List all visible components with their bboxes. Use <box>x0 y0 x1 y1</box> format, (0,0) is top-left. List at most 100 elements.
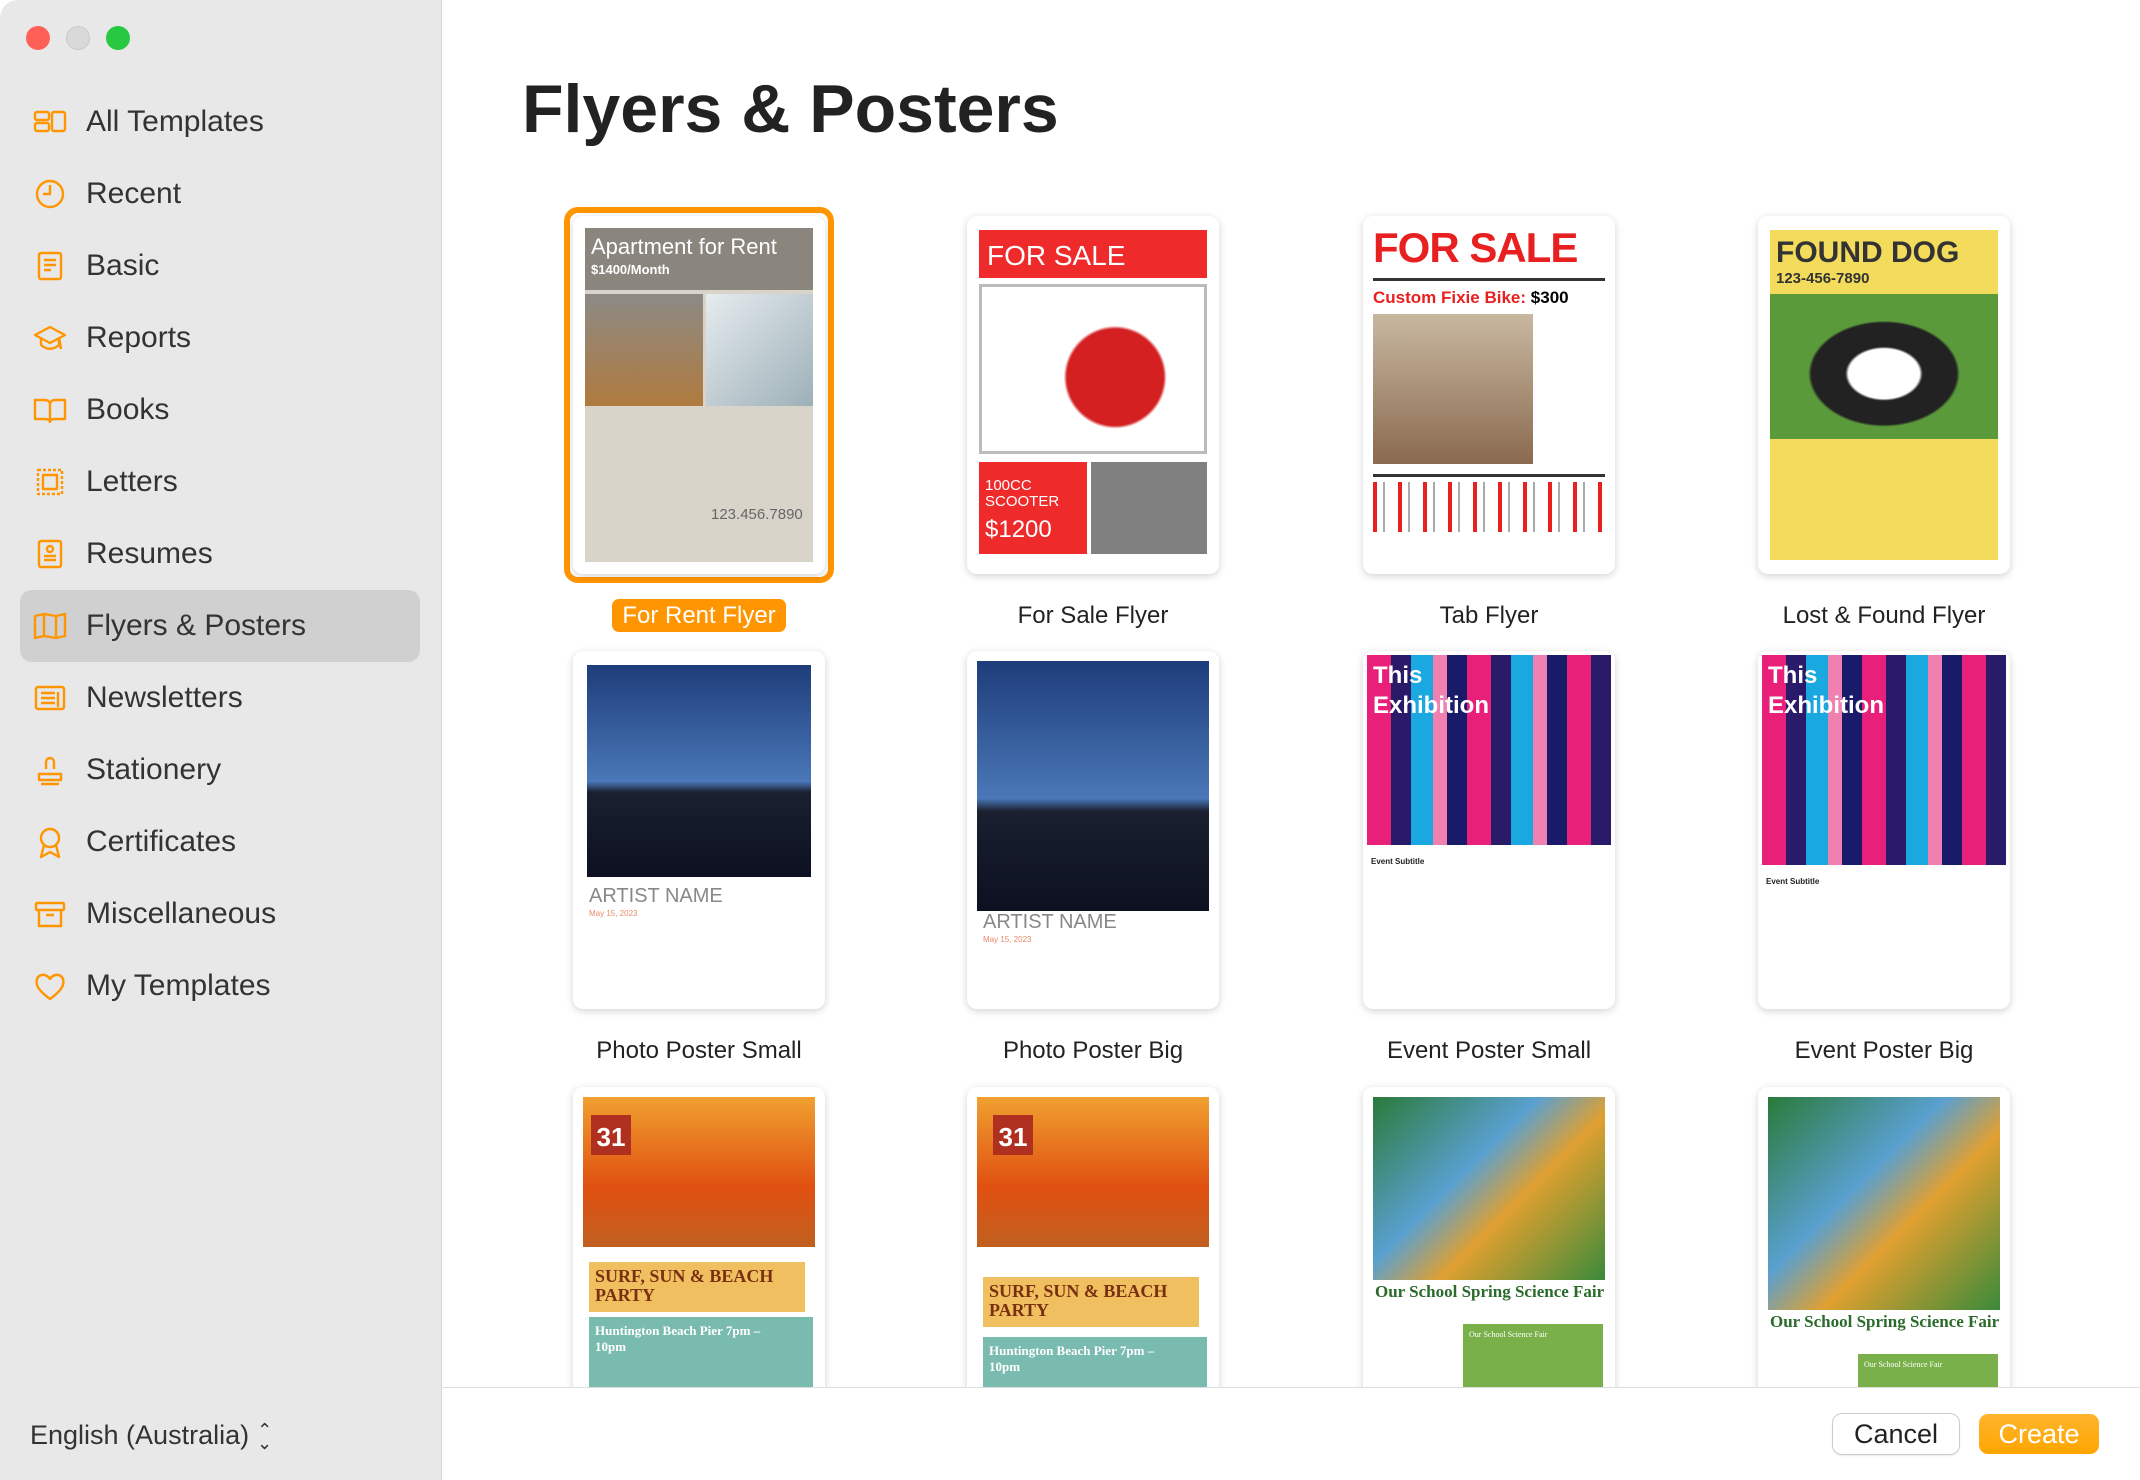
close-button[interactable] <box>26 26 50 50</box>
thumb-sub-text: 123-456-7890 <box>1776 270 1870 287</box>
thumb-sub-text: 100CC SCOOTER <box>985 477 1060 510</box>
category-list: All Templates Recent Basic Reports Books… <box>20 86 420 1022</box>
sidebar-item-label: Newsletters <box>86 681 243 714</box>
sidebar-item-letters[interactable]: Letters <box>20 446 420 518</box>
sidebar-item-stationery[interactable]: Stationery <box>20 734 420 806</box>
thumb-sub-text: Huntington Beach Pier 7pm – 10pm <box>595 1323 761 1354</box>
sidebar-item-label: All Templates <box>86 105 264 138</box>
science-photo <box>1768 1097 2000 1310</box>
thumb-headline-text: This Exhibition <box>1373 662 1489 719</box>
template-label: For Rent Flyer <box>513 599 885 632</box>
sidebar-item-label: Letters <box>86 465 178 498</box>
stamp-tool-icon <box>32 752 68 788</box>
date-badge: 31 <box>591 1115 631 1155</box>
template-label: Photo Poster Small <box>596 1037 802 1064</box>
thumb-extra-text: $1200 <box>985 516 1052 543</box>
sidebar-item-newsletters[interactable]: Newsletters <box>20 662 420 734</box>
template-thumbnail[interactable]: This Exhibition Event Subtitle <box>1758 651 2010 1009</box>
open-book-icon <box>32 608 68 644</box>
sidebar-item-label: Stationery <box>86 753 222 786</box>
thumb-sub-text: Event Subtitle <box>1371 857 1425 866</box>
template-card[interactable]: FOUND DOG 123-456-7890 Lost & Found Flyer <box>1758 216 2010 629</box>
thumb-sub-line: Custom Fixie Bike: $300 <box>1373 288 1569 307</box>
template-label: Lost & Found Flyer <box>1782 602 1986 629</box>
sidebar-item-recent[interactable]: Recent <box>20 158 420 230</box>
sidebar-item-label: Certificates <box>86 825 237 858</box>
heart-icon <box>32 968 68 1004</box>
thumb-headline-text: Our School Spring Science Fair <box>1770 1312 2000 1331</box>
template-label: Tab Flyer <box>1439 602 1539 629</box>
create-button[interactable]: Create <box>1979 1414 2099 1454</box>
zoom-button[interactable] <box>106 26 130 50</box>
template-card[interactable]: This Exhibition Event Subtitle Event Post… <box>1758 651 2010 1064</box>
box-icon <box>32 896 68 932</box>
science-photo <box>1373 1097 1605 1280</box>
graduation-cap-icon <box>32 320 68 356</box>
sidebar-item-label: Reports <box>86 321 192 354</box>
sidebar-item-flyers-posters[interactable]: Flyers & Posters <box>20 590 420 662</box>
template-label: Event Poster Big <box>1794 1037 1974 1064</box>
template-card[interactable]: Apartment for Rent $1400/Month 123.456.78… <box>564 207 834 632</box>
sidebar-item-label: Flyers & Posters <box>86 609 307 642</box>
thumb-headline-text: FOR SALE <box>1373 224 1578 271</box>
thumb-headline-text: Our School Spring Science Fair <box>1375 1282 1605 1301</box>
thumb-sub-text: $1400/Month <box>591 262 670 277</box>
template-gallery: Flyers & Posters Apartment for Rent $1400… <box>443 0 2140 1387</box>
template-thumbnail[interactable]: Our School Spring Science Fair Our Schoo… <box>1363 1087 1615 1387</box>
template-thumbnail[interactable]: 31 SURF, SUN & BEACH PARTY Huntington Be… <box>573 1087 825 1387</box>
book-icon <box>32 392 68 428</box>
thumb-extra-text: 123.456.7890 <box>711 506 803 523</box>
template-thumbnail[interactable]: Our School Spring Science Fair Our Schoo… <box>1758 1087 2010 1387</box>
sidebar-item-books[interactable]: Books <box>20 374 420 446</box>
minimize-button[interactable] <box>66 26 90 50</box>
sidebar-item-miscellaneous[interactable]: Miscellaneous <box>20 878 420 950</box>
template-thumbnail[interactable]: FOR SALE 100CC SCOOTER $1200 <box>967 216 1219 574</box>
thumb-sub-text: May 15, 2023 <box>983 935 1032 944</box>
template-thumbnail[interactable]: FOR SALE Custom Fixie Bike: $300 <box>1363 216 1615 574</box>
sidebar-item-certificates[interactable]: Certificates <box>20 806 420 878</box>
thumb-headline-text: SURF, SUN & BEACH PARTY <box>989 1281 1168 1320</box>
template-thumbnail[interactable]: ARTIST NAME May 15, 2023 <box>573 651 825 1009</box>
sidebar: All Templates Recent Basic Reports Books… <box>0 0 442 1480</box>
template-card[interactable]: 31 SURF, SUN & BEACH PARTY Huntington Be… <box>967 1087 1219 1387</box>
clock-icon <box>32 176 68 212</box>
grid-icon <box>32 104 68 140</box>
cancel-button[interactable]: Cancel <box>1833 1414 1959 1454</box>
document-icon <box>32 248 68 284</box>
up-down-chevron-icon: ⌃ ⌃ <box>257 1419 273 1452</box>
template-card[interactable]: Our School Spring Science Fair Our Schoo… <box>1363 1087 1615 1387</box>
ribbon-icon <box>32 824 68 860</box>
window-controls <box>26 26 130 50</box>
template-card[interactable]: Our School Spring Science Fair Our Schoo… <box>1758 1087 2010 1387</box>
sidebar-item-label: My Templates <box>86 969 271 1002</box>
template-card[interactable]: FOR SALE 100CC SCOOTER $1200 For Sale Fly… <box>967 216 1219 629</box>
footer-bar: Cancel Create <box>443 1387 2140 1480</box>
template-label: Photo Poster Big <box>1002 1037 1184 1064</box>
sidebar-item-reports[interactable]: Reports <box>20 302 420 374</box>
thumb-headline-text: ARTIST NAME <box>589 885 723 907</box>
template-thumbnail[interactable]: FOUND DOG 123-456-7890 <box>1758 216 2010 574</box>
template-card[interactable]: FOR SALE Custom Fixie Bike: $300 Tab Fly… <box>1363 216 1615 629</box>
thumb-headline-text: ARTIST NAME <box>983 911 1117 933</box>
sidebar-item-all-templates[interactable]: All Templates <box>20 86 420 158</box>
newspaper-icon <box>32 680 68 716</box>
sidebar-item-my-templates[interactable]: My Templates <box>20 950 420 1022</box>
language-selector[interactable]: English (Australia) ⌃ ⌃ <box>30 1419 273 1452</box>
template-card[interactable]: This Exhibition Event Subtitle Event Post… <box>1363 651 1615 1064</box>
template-label: Event Poster Small <box>1386 1037 1592 1064</box>
template-thumbnail[interactable]: Apartment for Rent $1400/Month 123.456.78… <box>573 216 825 574</box>
thumb-headline-text: FOR SALE <box>987 240 1126 271</box>
thumb-sub-text: Huntington Beach Pier 7pm – 10pm <box>989 1343 1155 1374</box>
template-thumbnail[interactable]: This Exhibition Event Subtitle <box>1363 651 1615 1009</box>
template-card[interactable]: ARTIST NAME May 15, 2023 Photo Poster Sma… <box>573 651 825 1064</box>
living-room-photo <box>585 294 703 406</box>
thumb-headline-text: Apartment for Rent <box>591 234 777 259</box>
sidebar-item-label: Basic <box>86 249 160 282</box>
template-thumbnail[interactable]: ARTIST NAME May 15, 2023 <box>967 651 1219 1009</box>
template-card[interactable]: ARTIST NAME May 15, 2023 Photo Poster Big <box>967 651 1219 1064</box>
template-thumbnail[interactable]: 31 SURF, SUN & BEACH PARTY Huntington Be… <box>967 1087 1219 1387</box>
template-card[interactable]: 31 SURF, SUN & BEACH PARTY Huntington Be… <box>573 1087 825 1387</box>
sidebar-item-basic[interactable]: Basic <box>20 230 420 302</box>
sidebar-item-resumes[interactable]: Resumes <box>20 518 420 590</box>
sidebar-item-label: Miscellaneous <box>86 897 277 930</box>
